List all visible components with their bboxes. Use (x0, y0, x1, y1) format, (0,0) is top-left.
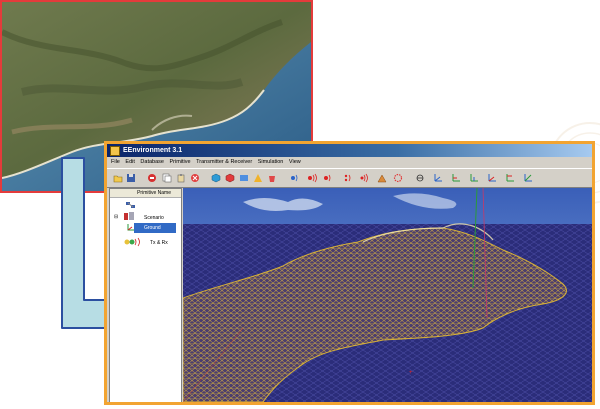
save-icon[interactable] (126, 173, 136, 183)
open-icon[interactable] (113, 173, 123, 183)
tree-header: Primitive Name (110, 189, 181, 198)
scenario-icon (124, 212, 134, 220)
paste-icon[interactable] (176, 173, 186, 183)
3d-terrain-viewport[interactable]: + (183, 188, 592, 402)
menu-bar: File Edit Database Primitive Transmitter… (107, 157, 592, 167)
satellite-icon (126, 202, 135, 208)
axis-icon[interactable] (433, 173, 443, 183)
tree-item-txrx[interactable]: Tx & Rx (150, 240, 168, 246)
stop-icon[interactable] (147, 173, 157, 183)
axis-icon[interactable] (469, 173, 479, 183)
expand-toggle[interactable]: ⊟ (114, 214, 118, 220)
window-title: EEnvironment 3.1 (123, 147, 183, 154)
delete-icon[interactable] (190, 173, 200, 183)
plane-icon[interactable] (239, 173, 249, 183)
menu-edit[interactable]: Edit (125, 159, 134, 165)
app-window: EEnvironment 3.1 File Edit Database Prim… (104, 141, 595, 405)
menu-database[interactable]: Database (140, 159, 164, 165)
tree-item-scenario[interactable]: Scenario (144, 215, 164, 221)
menu-transmitter-receiver[interactable]: Transmitter & Receiver (196, 159, 252, 165)
wave-icon[interactable] (343, 173, 353, 183)
wave-icon[interactable] (359, 173, 369, 183)
axis-icon[interactable] (451, 173, 461, 183)
terrain-mesh-render: + (183, 188, 592, 402)
svg-text:+: + (409, 370, 413, 376)
primitive-tree-panel: Primitive Name ⊟ Scenario Ground Tx & Rx (109, 188, 182, 402)
axis-icon[interactable] (487, 173, 497, 183)
transmitter-icon[interactable] (289, 173, 299, 183)
receiver-icon[interactable] (307, 173, 317, 183)
app-icon (110, 146, 120, 156)
toolbar (107, 168, 592, 188)
ray-icon[interactable] (415, 173, 425, 183)
menu-view[interactable]: View (289, 159, 301, 165)
sphere-icon[interactable] (393, 173, 403, 183)
red-object-icon[interactable] (267, 173, 277, 183)
red-cube-icon[interactable] (225, 173, 235, 183)
receiver-icon[interactable] (323, 173, 333, 183)
axis-icon[interactable] (505, 173, 515, 183)
menu-file[interactable]: File (111, 159, 120, 165)
title-bar: EEnvironment 3.1 (107, 144, 592, 157)
cone-icon[interactable] (253, 173, 263, 183)
ground-icon (127, 224, 134, 231)
cube-icon[interactable] (211, 173, 221, 183)
axis-icon[interactable] (523, 173, 533, 183)
antenna-icon (124, 237, 140, 247)
tree-item-ground[interactable]: Ground (144, 225, 161, 231)
menu-simulation[interactable]: Simulation (258, 159, 284, 165)
menu-primitive[interactable]: Primitive (170, 159, 191, 165)
copy-icon[interactable] (162, 173, 172, 183)
grid-icon[interactable] (377, 173, 387, 183)
